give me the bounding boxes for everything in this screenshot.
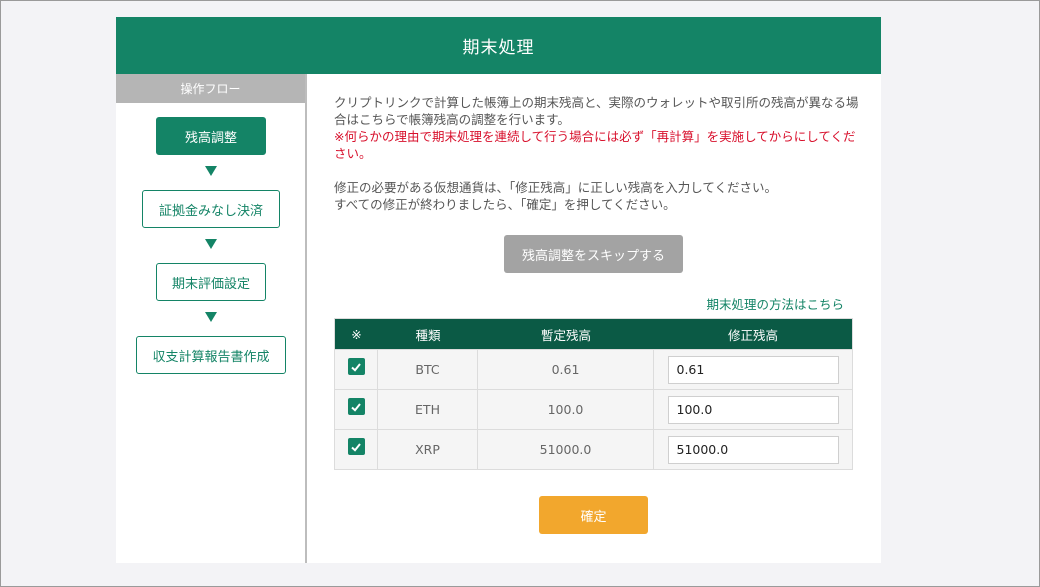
down-arrow-icon bbox=[205, 166, 217, 176]
table-row: BTC 0.61 bbox=[335, 349, 852, 389]
description: クリプトリンクで計算した帳簿上の期末残高と、実際のウォレットや取引所の残高が異な… bbox=[334, 94, 864, 162]
down-arrow-icon bbox=[205, 312, 217, 322]
skip-adjustment-button[interactable]: 残高調整をスキップする bbox=[504, 235, 683, 273]
table-row: XRP 51000.0 bbox=[335, 429, 852, 469]
provisional-cell: 51000.0 bbox=[478, 430, 654, 469]
flow-heading: 操作フロー bbox=[116, 74, 305, 103]
provisional-cell: 0.61 bbox=[478, 350, 654, 389]
description-text: クリプトリンクで計算した帳簿上の期末残高と、実際のウォレットや取引所の残高が異な… bbox=[334, 95, 859, 127]
instruction-line-1: 修正の必要がある仮想通貨は、「修正残高」に正しい残高を入力してください。 bbox=[334, 180, 778, 195]
instruction-line-2: すべての修正が終わりましたら、「確定」を押してください。 bbox=[334, 197, 676, 212]
period-end-panel: 期末処理 操作フロー 残高調整 証拠金みなし決済 期末評価設定 収支計算報告書作… bbox=[116, 17, 881, 563]
type-cell: ETH bbox=[378, 390, 478, 429]
operation-flow-sidebar: 操作フロー 残高調整 証拠金みなし決済 期末評価設定 収支計算報告書作成 bbox=[116, 74, 307, 563]
confirm-button[interactable]: 確定 bbox=[539, 496, 648, 534]
header-provisional: 暫定残高 bbox=[540, 327, 591, 343]
page-title: 期末処理 bbox=[116, 17, 881, 74]
balance-table: ※ 種類 暫定残高 修正残高 BTC 0.61 0.61 ETH 100.0 1… bbox=[334, 318, 853, 470]
header-type: 種類 bbox=[415, 327, 441, 343]
checkbox-eth[interactable] bbox=[347, 398, 365, 415]
check-icon bbox=[351, 442, 361, 452]
type-cell: XRP bbox=[378, 430, 478, 469]
down-arrow-icon bbox=[205, 239, 217, 249]
warning-text: ※何らかの理由で期末処理を連続して行う場合には必ず「再計算」を実施してからにして… bbox=[334, 129, 856, 161]
type-cell: BTC bbox=[378, 350, 478, 389]
checkbox-btc[interactable] bbox=[347, 358, 365, 375]
table-header: ※ 種類 暫定残高 修正残高 bbox=[335, 319, 852, 349]
method-help-link[interactable]: 期末処理の方法はこちら bbox=[694, 294, 844, 313]
step-period-end-valuation[interactable]: 期末評価設定 bbox=[156, 263, 266, 301]
step-balance-adjustment[interactable]: 残高調整 bbox=[156, 117, 266, 155]
header-corrected: 修正残高 bbox=[727, 327, 778, 343]
checkbox-xrp[interactable] bbox=[347, 438, 365, 455]
corrected-input-eth[interactable] bbox=[667, 395, 839, 424]
check-icon bbox=[351, 362, 361, 372]
corrected-input-xrp[interactable] bbox=[667, 435, 839, 464]
corrected-input-btc[interactable] bbox=[667, 355, 839, 384]
step-margin-settlement[interactable]: 証拠金みなし決済 bbox=[142, 190, 280, 228]
instructions: 修正の必要がある仮想通貨は、「修正残高」に正しい残高を入力してください。 すべて… bbox=[334, 179, 864, 213]
check-icon bbox=[351, 402, 361, 412]
step-income-report[interactable]: 収支計算報告書作成 bbox=[136, 336, 286, 374]
provisional-cell: 100.0 bbox=[478, 390, 654, 429]
header-check: ※ bbox=[351, 326, 362, 342]
table-row: ETH 100.0 bbox=[335, 389, 852, 429]
